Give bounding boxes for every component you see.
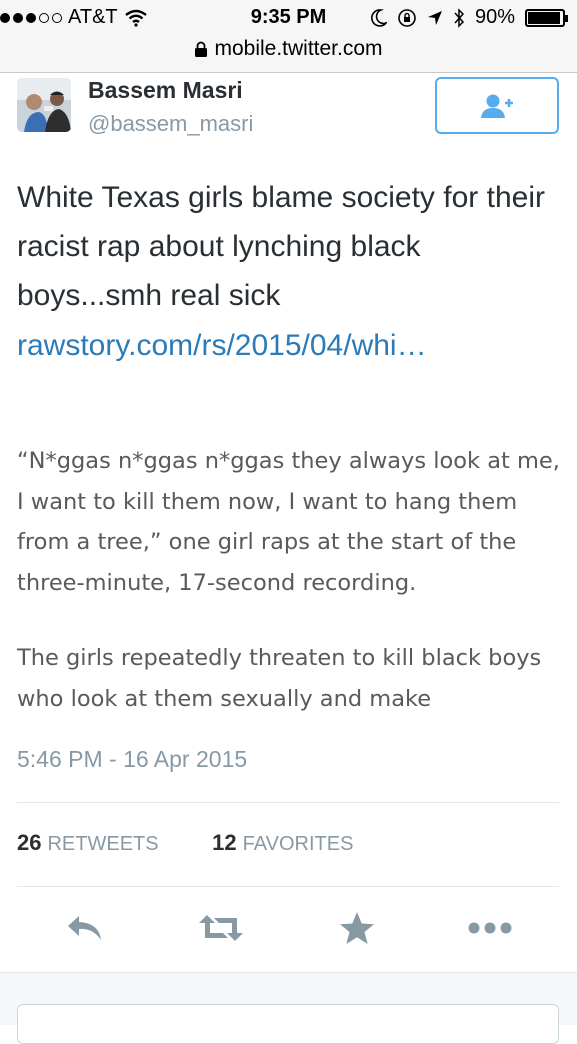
quote-line: “N*ggas n*ggas n*ggas they always look a… [17,448,560,474]
avatar[interactable] [17,78,71,132]
follow-icon [481,94,513,118]
favorite-button[interactable] [332,903,382,953]
reply-input[interactable] [17,1004,559,1044]
favorites-label: FAVORITES [242,833,354,855]
quote-line: The girls repeatedly threaten to kill bl… [17,645,542,671]
quote-line: three-minute, 17-second recording. [17,569,417,596]
tweet-link[interactable]: rawstory.com/rs/2015/04/whi… [17,321,427,370]
favorite-icon [340,912,374,944]
retweet-icon [199,915,243,941]
lock-icon [195,41,208,57]
quote-line: from a tree,” one girl raps at the start… [17,529,517,555]
tweet-timestamp: 5:46 PM - 16 Apr 2015 [17,746,248,772]
quote-line: who look at them sexually and make [17,685,432,712]
author-handle[interactable]: @bassem_masri [88,111,253,137]
more-button[interactable] [465,903,515,953]
quote-line: I want to kill them now, I want to hang … [17,488,518,515]
moon-icon [371,8,387,27]
reply-button[interactable] [60,903,110,953]
quote-paragraph-1: “N*ggas n*ggas n*ggas they always look a… [17,441,562,603]
follow-button[interactable] [435,77,559,134]
retweets-count: 26 [17,830,42,855]
more-icon [468,922,512,934]
author-name[interactable]: Bassem Masri [88,77,243,104]
reply-icon [68,916,101,940]
favorites-count: 12 [212,830,237,855]
status-indicators: 90% [371,6,568,29]
battery-percent: 90% [474,6,515,28]
url-bar[interactable]: mobile.twitter.com [0,34,577,73]
retweets-label: RETWEETS [47,833,159,855]
battery-icon [525,8,568,27]
tweet-stats: 26 RETWEETS 12 FAVORITES [17,830,401,856]
tweet-actions [0,903,577,953]
divider [17,802,559,803]
divider [17,886,559,887]
bluetooth-icon [454,7,464,28]
retweet-button[interactable] [196,903,246,953]
retweets-stat[interactable]: 26 RETWEETS [17,830,159,856]
favorites-stat[interactable]: 12 FAVORITES [212,830,353,856]
status-bar: AT&T 9:35 PM 90% [0,0,577,34]
url-text: mobile.twitter.com [214,37,383,60]
tweet-text: White Texas girls blame society for thei… [17,181,545,312]
tweet-card: Bassem Masri @bassem_masri White Texas g… [0,73,577,973]
quote-paragraph-2: The girls repeatedly threaten to kill bl… [17,638,562,719]
location-icon [427,10,442,25]
rotation-lock-icon [398,8,416,27]
